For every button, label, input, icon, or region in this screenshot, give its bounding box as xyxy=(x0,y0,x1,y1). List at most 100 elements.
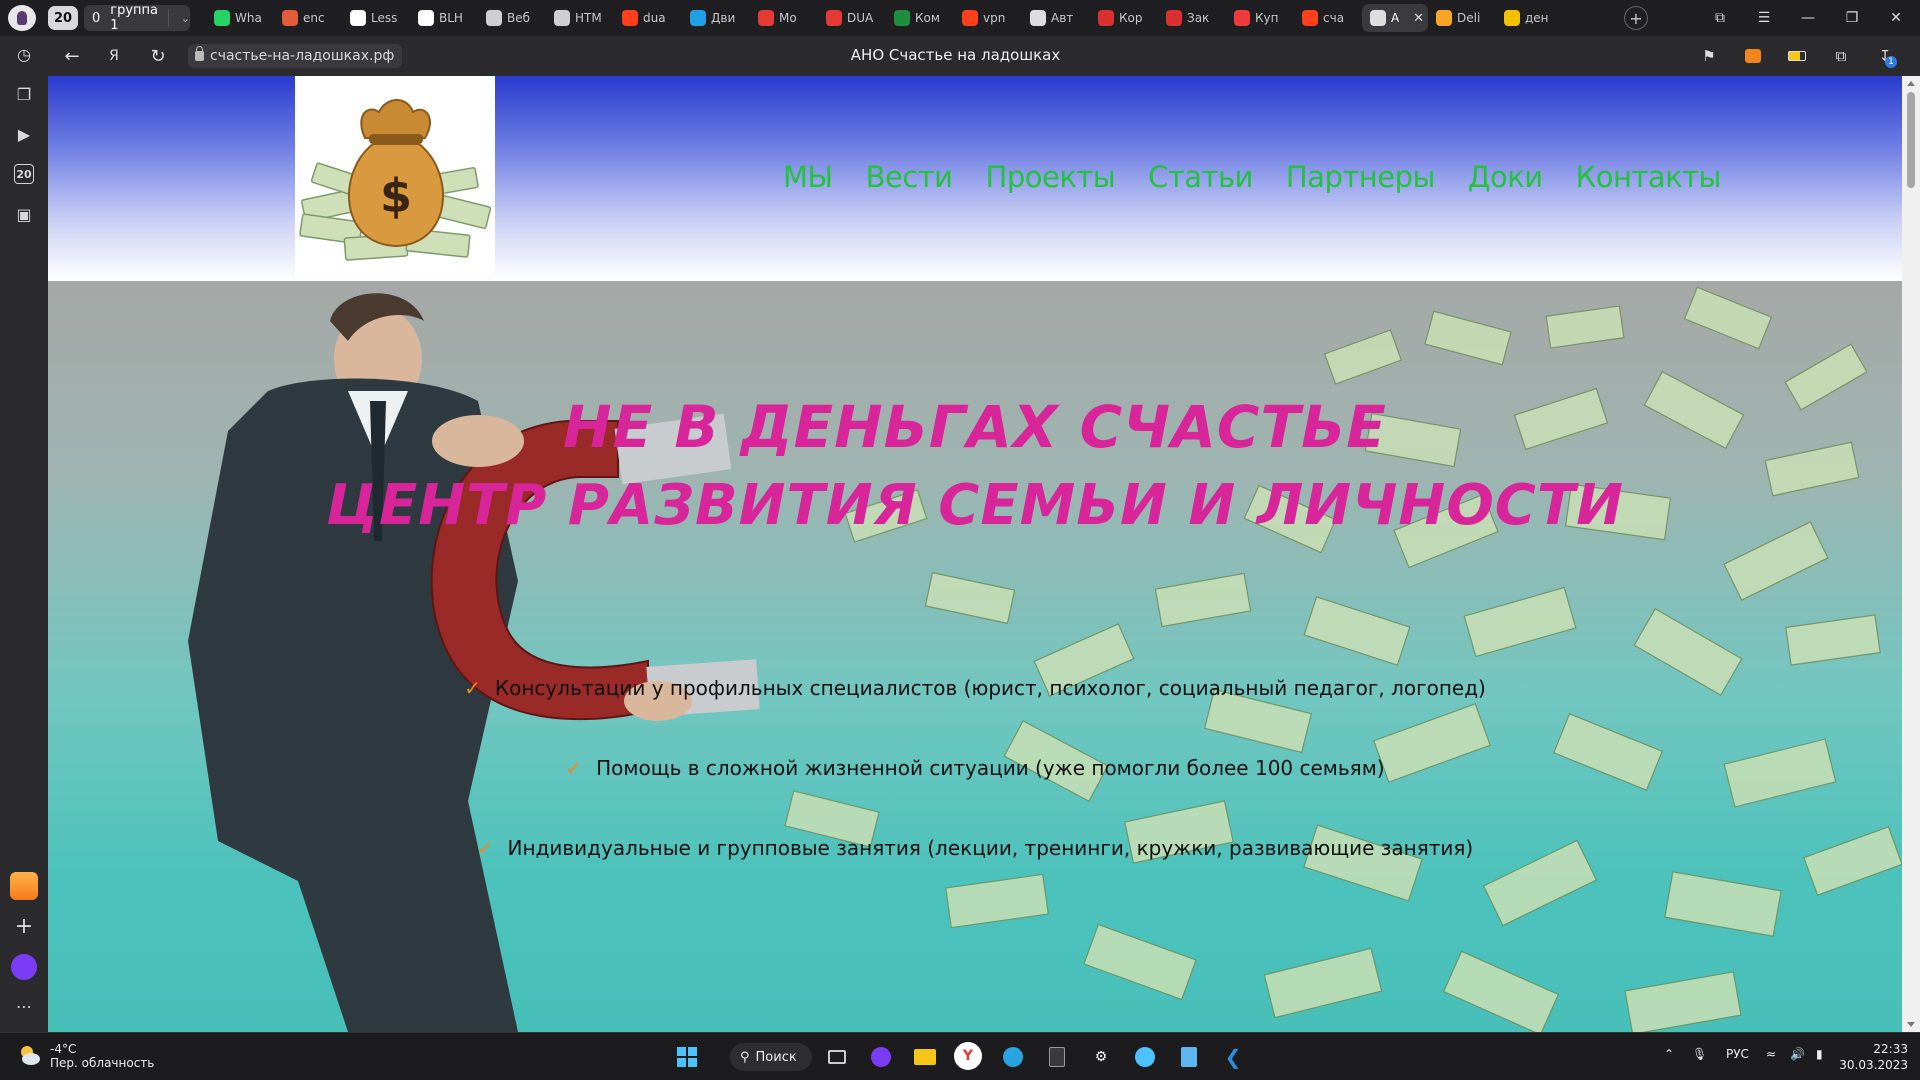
browser-tab[interactable]: Веб xyxy=(478,4,546,32)
alice-icon[interactable] xyxy=(866,1042,896,1072)
divider xyxy=(168,9,169,27)
close-tab-icon[interactable]: ✕ xyxy=(1413,11,1424,26)
hero-section: НЕ В ДЕНЬГАХ СЧАСТЬЕ ЦЕНТР РАЗВИТИЯ СЕМЬ… xyxy=(48,281,1902,1032)
tab-label: dua xyxy=(643,11,666,25)
notepad-icon[interactable] xyxy=(1174,1042,1204,1072)
browser-tab[interactable]: enc xyxy=(274,4,342,32)
tab-label: Дви xyxy=(711,11,736,25)
image-icon xyxy=(1504,10,1520,26)
globe-icon xyxy=(282,10,298,26)
file-explorer-icon[interactable] xyxy=(910,1042,940,1072)
browser-tab[interactable]: ден xyxy=(1496,4,1564,32)
browser-tab[interactable]: Less xyxy=(342,4,410,32)
restore-button[interactable]: ❐ xyxy=(1832,4,1872,32)
vscode-icon[interactable]: ❮ xyxy=(1218,1042,1248,1072)
new-tab-button[interactable]: + xyxy=(1624,6,1648,30)
collections-icon[interactable]: ⧉ xyxy=(1700,4,1740,32)
mail-icon[interactable] xyxy=(10,872,38,900)
page-scrollbar[interactable] xyxy=(1902,76,1920,1032)
profile-avatar[interactable] xyxy=(8,5,36,31)
browser-tab[interactable]: Куп xyxy=(1226,4,1294,32)
yandex-browser-icon[interactable]: Y xyxy=(954,1042,982,1070)
search-label: Поиск xyxy=(755,1049,797,1065)
browser-tab[interactable]: сча xyxy=(1294,4,1362,32)
site-nav: МЫ Вести Проекты Статьи Партнеры Доки Ко… xyxy=(783,160,1754,194)
browser-tab[interactable]: DUA xyxy=(818,4,886,32)
tab-counter-badge[interactable]: 20 xyxy=(48,6,78,30)
whatsapp-icon xyxy=(214,10,230,26)
calculator-icon[interactable] xyxy=(1042,1042,1072,1072)
chevron-down-icon[interactable]: ⌄ xyxy=(181,12,190,25)
downloads-icon[interactable]: ↧ 1 xyxy=(1872,44,1898,68)
tab-label: Зак xyxy=(1187,11,1210,25)
github-icon xyxy=(350,10,366,26)
weather-widget[interactable]: -4°C Пер. облачность xyxy=(16,1042,154,1070)
tab-group[interactable]: 0 группа 1 ⌄ xyxy=(84,3,190,33)
browser-sidebar: ◷ ❐ ▶ 20 ▣ + ⋯ xyxy=(0,36,48,1036)
tab-label: ден xyxy=(1525,11,1549,25)
menu-icon[interactable]: ☰ xyxy=(1744,4,1784,32)
close-window-button[interactable]: ✕ xyxy=(1876,4,1916,32)
globe-icon xyxy=(1436,10,1452,26)
tab-label: Куп xyxy=(1255,11,1279,25)
site-logo[interactable]: $ xyxy=(295,76,495,276)
microphone-icon[interactable]: 🎙 xyxy=(1692,1047,1707,1061)
yandex-icon xyxy=(622,10,638,26)
battery-icon[interactable]: ▮ xyxy=(1816,1047,1823,1061)
telegram-icon[interactable] xyxy=(998,1042,1028,1072)
tab-label: Кор xyxy=(1119,11,1143,25)
browser-tab[interactable]: HTM xyxy=(546,4,614,32)
nav-link-about[interactable]: МЫ xyxy=(783,160,833,194)
taskbar-search[interactable]: ⚲ Поиск xyxy=(730,1043,812,1071)
nav-link-contacts[interactable]: Контакты xyxy=(1576,160,1722,194)
search-icon: ⚲ xyxy=(740,1049,750,1065)
browser-tab[interactable]: Дви xyxy=(682,4,750,32)
minimize-button[interactable]: — xyxy=(1788,4,1828,32)
metamask-extension-icon[interactable] xyxy=(1740,44,1766,68)
clock-widget-icon[interactable] xyxy=(1130,1042,1160,1072)
settings-icon[interactable]: ⚙ xyxy=(1086,1042,1116,1072)
nav-link-docs[interactable]: Доки xyxy=(1468,160,1543,194)
browser-tab-active[interactable]: А ✕ xyxy=(1362,4,1428,32)
start-button[interactable] xyxy=(672,1042,702,1072)
chevron-up-icon[interactable]: ⌃ xyxy=(1664,1047,1674,1061)
nav-link-news[interactable]: Вести xyxy=(866,160,953,194)
browser-tab[interactable]: vpn xyxy=(954,4,1022,32)
openai-icon xyxy=(486,10,502,26)
browser-tab[interactable]: Ком xyxy=(886,4,954,32)
more-icon[interactable]: ⋯ xyxy=(10,992,38,1020)
system-clock[interactable]: 22:33 30.03.2023 xyxy=(1839,1041,1908,1073)
collections-icon[interactable]: ❐ xyxy=(10,80,38,108)
scrollbar-thumb[interactable] xyxy=(1907,92,1915,188)
windows-icon xyxy=(677,1047,697,1067)
nav-link-projects[interactable]: Проекты xyxy=(986,160,1116,194)
scroll-down-icon[interactable] xyxy=(1907,1022,1915,1027)
browser-tab[interactable]: Deli xyxy=(1428,4,1496,32)
weather-description: Пер. облачность xyxy=(50,1056,155,1070)
task-view-icon[interactable] xyxy=(822,1042,852,1072)
clock-date: 30.03.2023 xyxy=(1839,1058,1908,1072)
nav-link-partners[interactable]: Партнеры xyxy=(1286,160,1436,194)
browser-tab[interactable]: Мо xyxy=(750,4,818,32)
browser-tab[interactable]: dua xyxy=(614,4,682,32)
video-icon[interactable]: ▶ xyxy=(10,120,38,148)
screenshot-icon[interactable]: ▣ xyxy=(10,200,38,228)
bookmark-icon[interactable]: ⚑ xyxy=(1696,44,1722,68)
scroll-up-icon[interactable] xyxy=(1907,81,1915,86)
wifi-icon[interactable]: ≈ xyxy=(1766,1047,1776,1061)
tab-count-icon[interactable]: 20 xyxy=(14,164,34,184)
browser-tab[interactable]: BLH xyxy=(410,4,478,32)
nav-link-articles[interactable]: Статьи xyxy=(1148,160,1253,194)
history-icon[interactable]: ◷ xyxy=(10,40,38,68)
battery-saver-icon[interactable] xyxy=(1784,44,1810,68)
extensions-icon[interactable]: ⧉ xyxy=(1828,44,1854,68)
browser-tab[interactable]: Зак xyxy=(1158,4,1226,32)
browser-tab[interactable]: Авт xyxy=(1022,4,1090,32)
browser-tab[interactable]: Wha xyxy=(206,4,274,32)
browser-tab[interactable]: Кор xyxy=(1090,4,1158,32)
add-panel-icon[interactable]: + xyxy=(10,912,38,940)
volume-icon[interactable]: 🔊 xyxy=(1790,1047,1805,1061)
github-icon xyxy=(418,10,434,26)
language-indicator[interactable]: РУС xyxy=(1726,1047,1749,1061)
alice-assistant-icon[interactable] xyxy=(11,954,37,980)
